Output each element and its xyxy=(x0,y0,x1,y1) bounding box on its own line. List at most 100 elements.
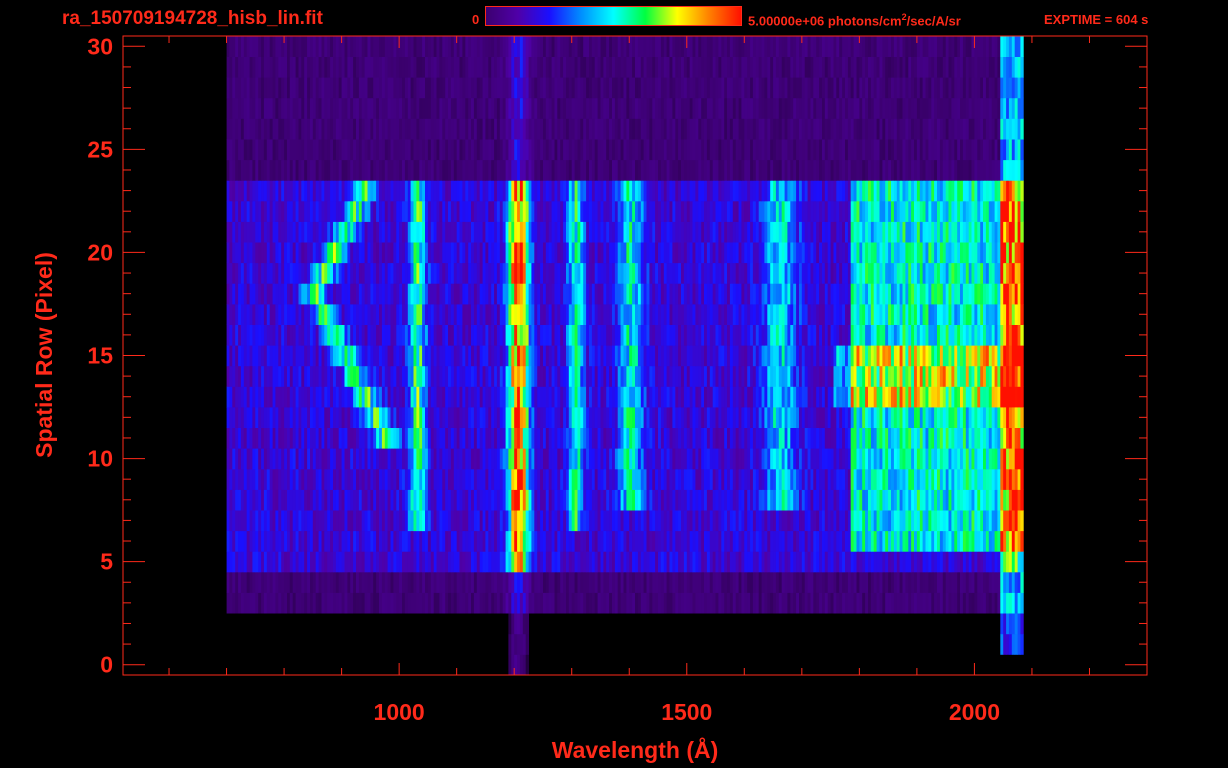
heatmap-cell xyxy=(715,427,719,449)
heatmap-cell xyxy=(669,427,673,449)
heatmap-cell xyxy=(499,345,504,367)
heatmap-cell xyxy=(594,324,598,346)
heatmap-cell xyxy=(1003,633,1007,655)
heatmap-cell xyxy=(985,324,990,346)
heatmap-cell xyxy=(704,530,708,552)
heatmap-cell xyxy=(453,489,458,511)
heatmap-cell xyxy=(304,510,308,532)
heatmap-cell xyxy=(551,304,555,325)
heatmap-cell xyxy=(522,489,527,511)
heatmap-cell xyxy=(333,386,337,408)
heatmap-cell xyxy=(430,262,435,284)
heatmap-cell xyxy=(531,407,535,428)
heatmap-cell xyxy=(255,345,259,367)
heatmap-cell xyxy=(853,592,857,614)
heatmap-cell xyxy=(678,592,682,614)
heatmap-cell xyxy=(465,489,469,511)
heatmap-cell xyxy=(327,345,331,367)
heatmap-cell xyxy=(462,324,466,346)
heatmap-cell xyxy=(402,262,406,284)
heatmap-cell xyxy=(548,345,552,367)
heatmap-cell xyxy=(902,448,906,470)
heatmap-cell xyxy=(356,510,360,532)
heatmap-cell xyxy=(934,571,938,593)
heatmap-cell xyxy=(597,283,601,305)
heatmap-cell xyxy=(778,592,783,614)
heatmap-cell xyxy=(888,365,892,387)
heatmap-cell xyxy=(1011,448,1016,470)
heatmap-cell xyxy=(845,592,849,614)
heatmap-cell xyxy=(758,365,762,387)
heatmap-cell xyxy=(338,530,342,552)
heatmap-cell xyxy=(531,386,535,408)
heatmap-cell xyxy=(402,324,406,346)
heatmap-cell xyxy=(341,448,345,470)
heatmap-cell xyxy=(879,592,883,614)
heatmap-cell xyxy=(514,262,518,284)
heatmap-cell xyxy=(540,345,544,367)
heatmap-cell xyxy=(450,489,455,511)
heatmap-cell xyxy=(1008,613,1013,635)
heatmap-cell xyxy=(922,448,926,470)
heatmap-cell xyxy=(534,407,538,428)
heatmap-cell xyxy=(450,468,455,490)
heatmap-cell xyxy=(669,448,673,470)
heatmap-cell xyxy=(413,283,417,305)
heatmap-cell xyxy=(387,448,391,470)
heatmap-cell xyxy=(393,468,397,490)
heatmap-cell xyxy=(706,551,711,573)
heatmap-cell xyxy=(842,510,846,532)
heatmap-cell xyxy=(718,489,722,511)
heatmap-cell xyxy=(537,304,541,325)
heatmap-cell xyxy=(508,365,512,387)
heatmap-cell xyxy=(991,427,995,449)
heatmap-cell xyxy=(364,571,368,593)
heatmap-cell xyxy=(450,365,455,387)
heatmap-cell xyxy=(586,386,590,408)
heatmap-cell xyxy=(485,530,489,552)
heatmap-cell xyxy=(991,407,995,428)
heatmap-cell xyxy=(278,407,282,428)
heatmap-cell xyxy=(390,345,394,367)
heatmap-cell xyxy=(686,551,691,573)
heatmap-cell xyxy=(511,365,515,387)
heatmap-cell xyxy=(266,530,271,552)
heatmap-cell xyxy=(330,242,334,264)
heatmap-cell xyxy=(807,489,811,511)
heatmap-cell xyxy=(911,345,915,367)
heatmap-cell xyxy=(304,468,308,490)
heatmap-cell xyxy=(600,283,604,305)
heatmap-cell xyxy=(856,530,860,552)
heatmap-cell xyxy=(330,571,334,593)
heatmap-cell xyxy=(974,304,978,325)
heatmap-cell xyxy=(232,365,236,387)
heatmap-cell xyxy=(548,324,552,346)
heatmap-cell xyxy=(623,407,627,428)
heatmap-cell xyxy=(373,407,377,428)
heatmap-cell xyxy=(781,283,785,305)
heatmap-cell xyxy=(1003,365,1007,387)
heatmap-cell xyxy=(905,386,909,408)
heatmap-cell xyxy=(709,489,714,511)
heatmap-cell xyxy=(801,510,806,532)
heatmap-cell xyxy=(853,304,857,325)
heatmap-cell xyxy=(836,427,840,449)
heatmap-cell xyxy=(790,530,794,552)
heatmap-cell xyxy=(962,407,967,428)
heatmap-cell xyxy=(511,613,515,635)
heatmap-cell xyxy=(263,571,268,593)
heatmap-cell xyxy=(658,427,662,449)
heatmap-cell xyxy=(646,345,650,367)
heatmap-cell xyxy=(629,592,633,614)
heatmap-cell xyxy=(637,448,642,470)
heatmap-cell xyxy=(540,324,544,346)
heatmap-cell xyxy=(479,427,483,449)
heatmap-cell xyxy=(856,386,860,408)
heatmap-cell xyxy=(465,571,469,593)
heatmap-cell xyxy=(586,448,590,470)
heatmap-cell xyxy=(807,262,811,284)
heatmap-cell xyxy=(422,365,426,387)
heatmap-cell xyxy=(747,262,751,284)
heatmap-cell xyxy=(991,448,995,470)
heatmap-cell xyxy=(916,489,921,511)
